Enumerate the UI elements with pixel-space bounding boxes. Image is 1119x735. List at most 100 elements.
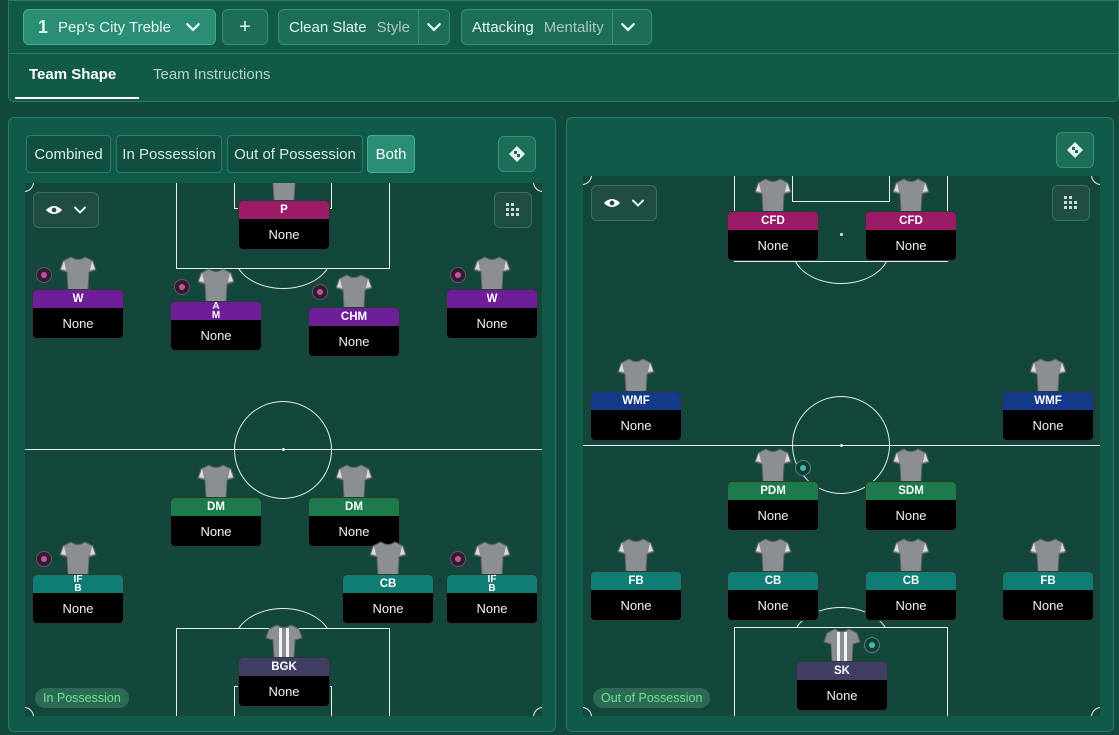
player-card[interactable]: BGK None bbox=[238, 657, 330, 707]
shirt-icon bbox=[754, 537, 792, 573]
player-name: None bbox=[62, 316, 94, 331]
player-card[interactable]: IF B None bbox=[446, 574, 538, 624]
player-card[interactable]: SK None bbox=[796, 661, 888, 711]
shirt-icon bbox=[265, 623, 303, 659]
mentality-dropdown[interactable]: Attacking Mentality bbox=[461, 9, 652, 45]
player-name: None bbox=[895, 598, 927, 613]
pitch: Out of Possession CFD None CFD None WMF Non… bbox=[583, 176, 1100, 716]
player-role: W bbox=[447, 290, 537, 308]
player-card[interactable]: W None bbox=[32, 289, 124, 339]
player-card[interactable]: CHM None bbox=[308, 307, 400, 357]
player-instruction-icon[interactable] bbox=[795, 460, 811, 476]
shirt-icon bbox=[335, 273, 373, 309]
player-name: None bbox=[268, 227, 300, 242]
player-role: P bbox=[239, 201, 329, 219]
shirt-icon bbox=[754, 447, 792, 483]
player-card[interactable]: W None bbox=[446, 289, 538, 339]
shirt-icon bbox=[473, 540, 511, 576]
player-instruction-icon[interactable] bbox=[174, 279, 190, 295]
player-name: None bbox=[372, 601, 404, 616]
segment-in-possession[interactable]: In Possession bbox=[116, 135, 222, 173]
player-card[interactable]: FB None bbox=[1002, 571, 1094, 621]
player-instruction-icon[interactable] bbox=[450, 551, 466, 567]
visibility-toggle[interactable] bbox=[33, 192, 99, 228]
grid-view-button[interactable] bbox=[494, 192, 532, 228]
in-possession-panel: Combined In Possession Out of Possession… bbox=[8, 117, 556, 732]
player-name: None bbox=[200, 524, 232, 539]
player-role: DM bbox=[171, 498, 261, 516]
tactics-board-icon bbox=[507, 144, 527, 164]
shirt-icon bbox=[1029, 537, 1067, 573]
mentality-value: Attacking bbox=[472, 18, 534, 36]
player-card[interactable]: DM None bbox=[170, 497, 262, 547]
player-card[interactable]: WMF None bbox=[590, 391, 682, 441]
player-instruction-icon[interactable] bbox=[450, 267, 466, 283]
grid-view-button[interactable] bbox=[1052, 185, 1090, 221]
center-spot bbox=[840, 444, 843, 447]
segment-both[interactable]: Both bbox=[367, 135, 415, 173]
separator bbox=[611, 10, 613, 44]
visibility-toggle[interactable] bbox=[591, 185, 657, 221]
player-role: WMF bbox=[1003, 392, 1093, 410]
player-name: None bbox=[757, 598, 789, 613]
shirt-icon bbox=[197, 267, 235, 303]
chevron-down-icon bbox=[426, 19, 442, 35]
tab-team-shape[interactable]: Team Shape bbox=[29, 66, 116, 83]
player-name: None bbox=[476, 316, 508, 331]
chevron-down-icon bbox=[620, 19, 636, 35]
add-tactic-button[interactable]: + bbox=[222, 9, 268, 45]
player-role: SK bbox=[797, 662, 887, 680]
player-card[interactable]: PDM None bbox=[727, 481, 819, 531]
player-card[interactable]: SDM None bbox=[865, 481, 957, 531]
tactics-board-button[interactable] bbox=[1056, 132, 1094, 168]
tactics-board-button[interactable] bbox=[498, 136, 536, 172]
player-role: CHM bbox=[309, 308, 399, 326]
style-label: Style bbox=[376, 18, 410, 36]
tactic-selector[interactable]: 1 Pep's City Treble bbox=[23, 9, 216, 45]
segment-combined[interactable]: Combined bbox=[26, 135, 111, 173]
corner-arc bbox=[1091, 176, 1100, 185]
player-name: None bbox=[620, 418, 652, 433]
shirt-icon bbox=[617, 357, 655, 393]
player-instruction-icon[interactable] bbox=[312, 284, 328, 300]
tab-bar: Team Shape Team Instructions bbox=[9, 53, 1118, 101]
player-card[interactable]: CB None bbox=[342, 574, 434, 624]
player-role: FB bbox=[1003, 572, 1093, 590]
player-name: None bbox=[826, 688, 858, 703]
player-card[interactable]: IF B None bbox=[32, 574, 124, 624]
shirt-icon bbox=[892, 537, 930, 573]
player-role: PDM bbox=[728, 482, 818, 500]
style-dropdown[interactable]: Clean Slate Style bbox=[278, 9, 450, 45]
player-card[interactable]: CFD None bbox=[727, 211, 819, 261]
shirt-icon bbox=[369, 540, 407, 576]
player-role: WMF bbox=[591, 392, 681, 410]
player-role: A M bbox=[171, 302, 261, 321]
player-role: IF B bbox=[447, 575, 537, 594]
shirt-icon bbox=[892, 177, 930, 213]
eye-icon bbox=[603, 197, 621, 209]
player-instruction-icon[interactable] bbox=[36, 267, 52, 283]
tactic-name: Pep's City Treble bbox=[58, 18, 171, 36]
player-card[interactable]: A M None bbox=[170, 301, 262, 351]
player-card[interactable]: WMF None bbox=[1002, 391, 1094, 441]
player-card[interactable]: FB None bbox=[590, 571, 682, 621]
player-instruction-icon[interactable] bbox=[864, 637, 880, 653]
player-role: FB bbox=[591, 572, 681, 590]
segment-out-of-possession[interactable]: Out of Possession bbox=[227, 135, 363, 173]
active-tab-indicator bbox=[15, 97, 139, 99]
pitch: In Possession P None W None A M None CHM Non… bbox=[25, 183, 542, 716]
player-instruction-icon[interactable] bbox=[36, 551, 52, 567]
tab-team-instructions[interactable]: Team Instructions bbox=[153, 66, 271, 83]
player-role: CB bbox=[343, 575, 433, 593]
shirt-icon bbox=[197, 463, 235, 499]
out-of-possession-panel: Out of Possession CFD None CFD None WMF Non… bbox=[566, 117, 1114, 732]
player-card[interactable]: P None bbox=[238, 200, 330, 250]
mentality-label: Mentality bbox=[543, 18, 604, 36]
shirt-icon bbox=[754, 177, 792, 213]
player-card[interactable]: CB None bbox=[727, 571, 819, 621]
player-role: CB bbox=[866, 572, 956, 590]
player-card[interactable]: CB None bbox=[865, 571, 957, 621]
player-name: None bbox=[757, 508, 789, 523]
separator bbox=[417, 10, 419, 44]
player-card[interactable]: CFD None bbox=[865, 211, 957, 261]
